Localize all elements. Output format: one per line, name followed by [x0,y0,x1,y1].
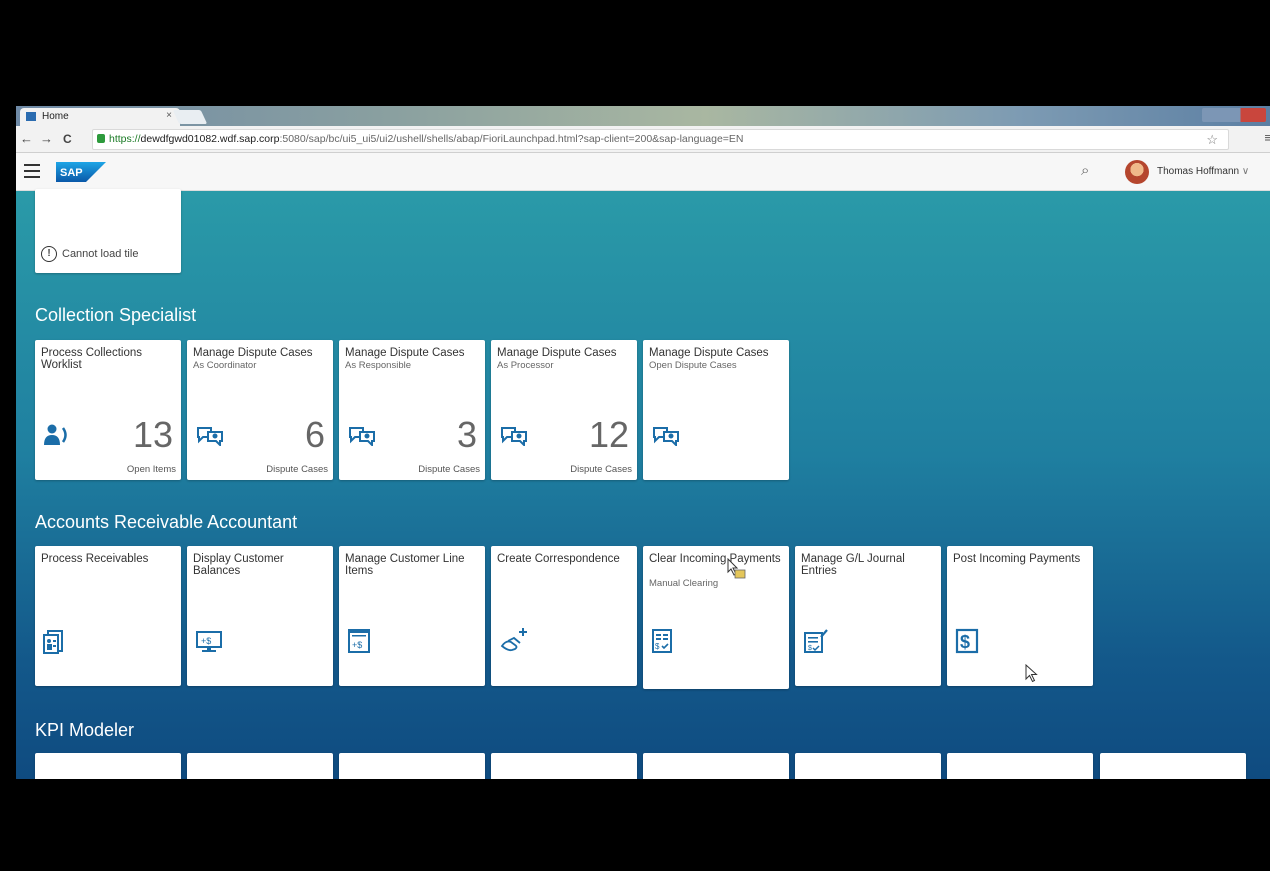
tile-title: Clear Incoming Payments [649,553,781,565]
browser-window: Home × ← → C https://dewdfgwd01082.wdf.s… [16,106,1270,779]
dispute-icon [349,427,375,446]
receivables-icon [43,630,63,654]
tile-unit: Dispute Cases [418,464,480,475]
tile-number: 6 [304,414,325,455]
tile-manage-gl-journal-entries[interactable]: Manage G/L Journal Entries $ [795,546,941,686]
journal-entry-icon: $ [804,629,828,653]
tile-kpi-3[interactable] [339,753,485,779]
user-name[interactable]: Thomas Hoffmann ∨ [1157,166,1249,177]
dollar-icon: $ [955,628,979,654]
svg-text:+$: +$ [352,640,362,650]
tile-kpi-4[interactable] [491,753,637,779]
favicon-icon [26,112,36,121]
browser-tab[interactable]: Home × [20,108,180,126]
mouse-pointer-icon [1025,664,1038,683]
sap-logo[interactable]: SAP [56,162,106,182]
tab-title: Home [42,111,69,122]
launchpad-content: ! Cannot load tile Collection Specialist … [16,189,1270,779]
tile-title: Manage Dispute Cases [345,347,465,359]
search-icon[interactable]: ⌕ [1081,162,1089,179]
tile-title: Manage G/L Journal Entries [801,553,905,577]
tile-title: Manage Dispute Cases [193,347,313,359]
forward-icon[interactable]: → [40,131,53,146]
tile-subtitle: As Responsible [345,360,412,371]
balance-monitor-icon: +$ [196,631,222,652]
tile-kpi-6[interactable] [795,753,941,779]
tile-title: Manage Customer Line Items [345,553,465,577]
svg-text:$: $ [960,632,970,652]
group-title-collection-specialist: Collection Specialist [35,305,197,325]
dispute-icon [653,427,679,446]
dispute-icon [501,427,527,446]
tile-subtitle: Open Dispute Cases [649,360,737,371]
tile-title: Create Correspondence [497,553,620,565]
loading-cursor-icon [727,558,746,579]
tile-number: 12 [588,414,629,455]
tile-kpi-2[interactable] [187,753,333,779]
error-tile[interactable]: ! Cannot load tile [35,189,181,273]
bookmark-star-icon[interactable]: ☆ [1206,132,1218,148]
tile-create-correspondence[interactable]: Create Correspondence [491,546,637,686]
svg-text:$: $ [655,642,660,651]
tile-manage-dispute-cases-processor[interactable]: Manage Dispute Cases As Processor 12 Dis… [491,340,637,480]
hamburger-menu-icon[interactable] [24,164,40,178]
browser-menu-icon[interactable]: ≡ [1264,130,1270,145]
window-controls[interactable] [1202,108,1266,122]
tile-manage-dispute-cases-coordinator[interactable]: Manage Dispute Cases As Coordinator 6 Di… [187,340,333,480]
back-icon[interactable]: ← [20,131,33,146]
tile-title: Manage Dispute Cases [649,347,769,359]
group-title-accounts-receivable-accountant: Accounts Receivable Accountant [35,512,298,532]
browser-toolbar: ← → C https://dewdfgwd01082.wdf.sap.corp… [16,126,1270,153]
tab-close-icon[interactable]: × [166,110,172,121]
tile-unit: Open Items [126,464,176,475]
clearing-document-icon: $ [652,629,672,653]
tile-manage-dispute-cases-responsible[interactable]: Manage Dispute Cases As Responsible 3 Di… [339,340,485,480]
tile-kpi-7[interactable] [947,753,1093,779]
avatar[interactable] [1125,160,1149,184]
tile-subtitle: As Coordinator [193,360,257,371]
tile-number: 3 [456,414,477,455]
tile-post-incoming-payments[interactable]: Post Incoming Payments $ [947,546,1093,686]
tile-manage-customer-line-items[interactable]: Manage Customer Line Items +$ [339,546,485,686]
tile-title: Post Incoming Payments [953,553,1081,565]
alert-icon: ! [41,246,57,262]
tile-number: 13 [132,414,173,455]
handshake-icon [500,628,527,652]
tile-process-collections-worklist[interactable]: Process Collections Worklist 13 Open Ite… [35,340,181,480]
tile-unit: Dispute Cases [570,464,632,475]
svg-text:+$: +$ [201,636,211,646]
tile-kpi-5[interactable] [643,753,789,779]
tile-title: Process Receivables [41,553,149,565]
tile-title: Manage Dispute Cases [497,347,617,359]
person-call-icon [44,424,67,445]
tile-kpi-8[interactable] [1100,753,1246,779]
dispute-icon [197,427,223,446]
tile-unit: Dispute Cases [266,464,328,475]
tile-title: Process Collections Worklist [41,347,142,371]
tile-clear-incoming-payments[interactable]: Clear Incoming Payments Manual Clearing … [643,546,789,689]
shell-bar: SAP ⌕ Thomas Hoffmann ∨ [16,153,1270,191]
tile-manage-dispute-cases-open[interactable]: Manage Dispute Cases Open Dispute Cases [643,340,789,480]
lock-icon [97,134,105,143]
tab-bar: Home × [16,106,1270,126]
tile-error: ! Cannot load tile [41,246,138,262]
url-text: https://dewdfgwd01082.wdf.sap.corp:5080/… [109,133,744,145]
address-bar[interactable]: https://dewdfgwd01082.wdf.sap.corp:5080/… [92,129,1229,150]
tile-process-receivables[interactable]: Process Receivables [35,546,181,686]
sap-logo-text: SAP [60,167,83,179]
reload-icon[interactable]: C [63,132,72,146]
tile-subtitle: Manual Clearing [649,578,719,589]
svg-text:$: $ [808,645,812,652]
new-tab-button[interactable] [172,110,208,124]
tile-title: Display Customer Balances [193,553,284,577]
tile-kpi-1[interactable] [35,753,181,779]
line-items-icon: +$ [348,629,370,653]
tile-subtitle: As Processor [497,360,554,371]
group-title-kpi-modeler: KPI Modeler [35,720,135,740]
chevron-down-icon: ∨ [1241,166,1250,177]
tile-display-customer-balances[interactable]: Display Customer Balances +$ [187,546,333,686]
